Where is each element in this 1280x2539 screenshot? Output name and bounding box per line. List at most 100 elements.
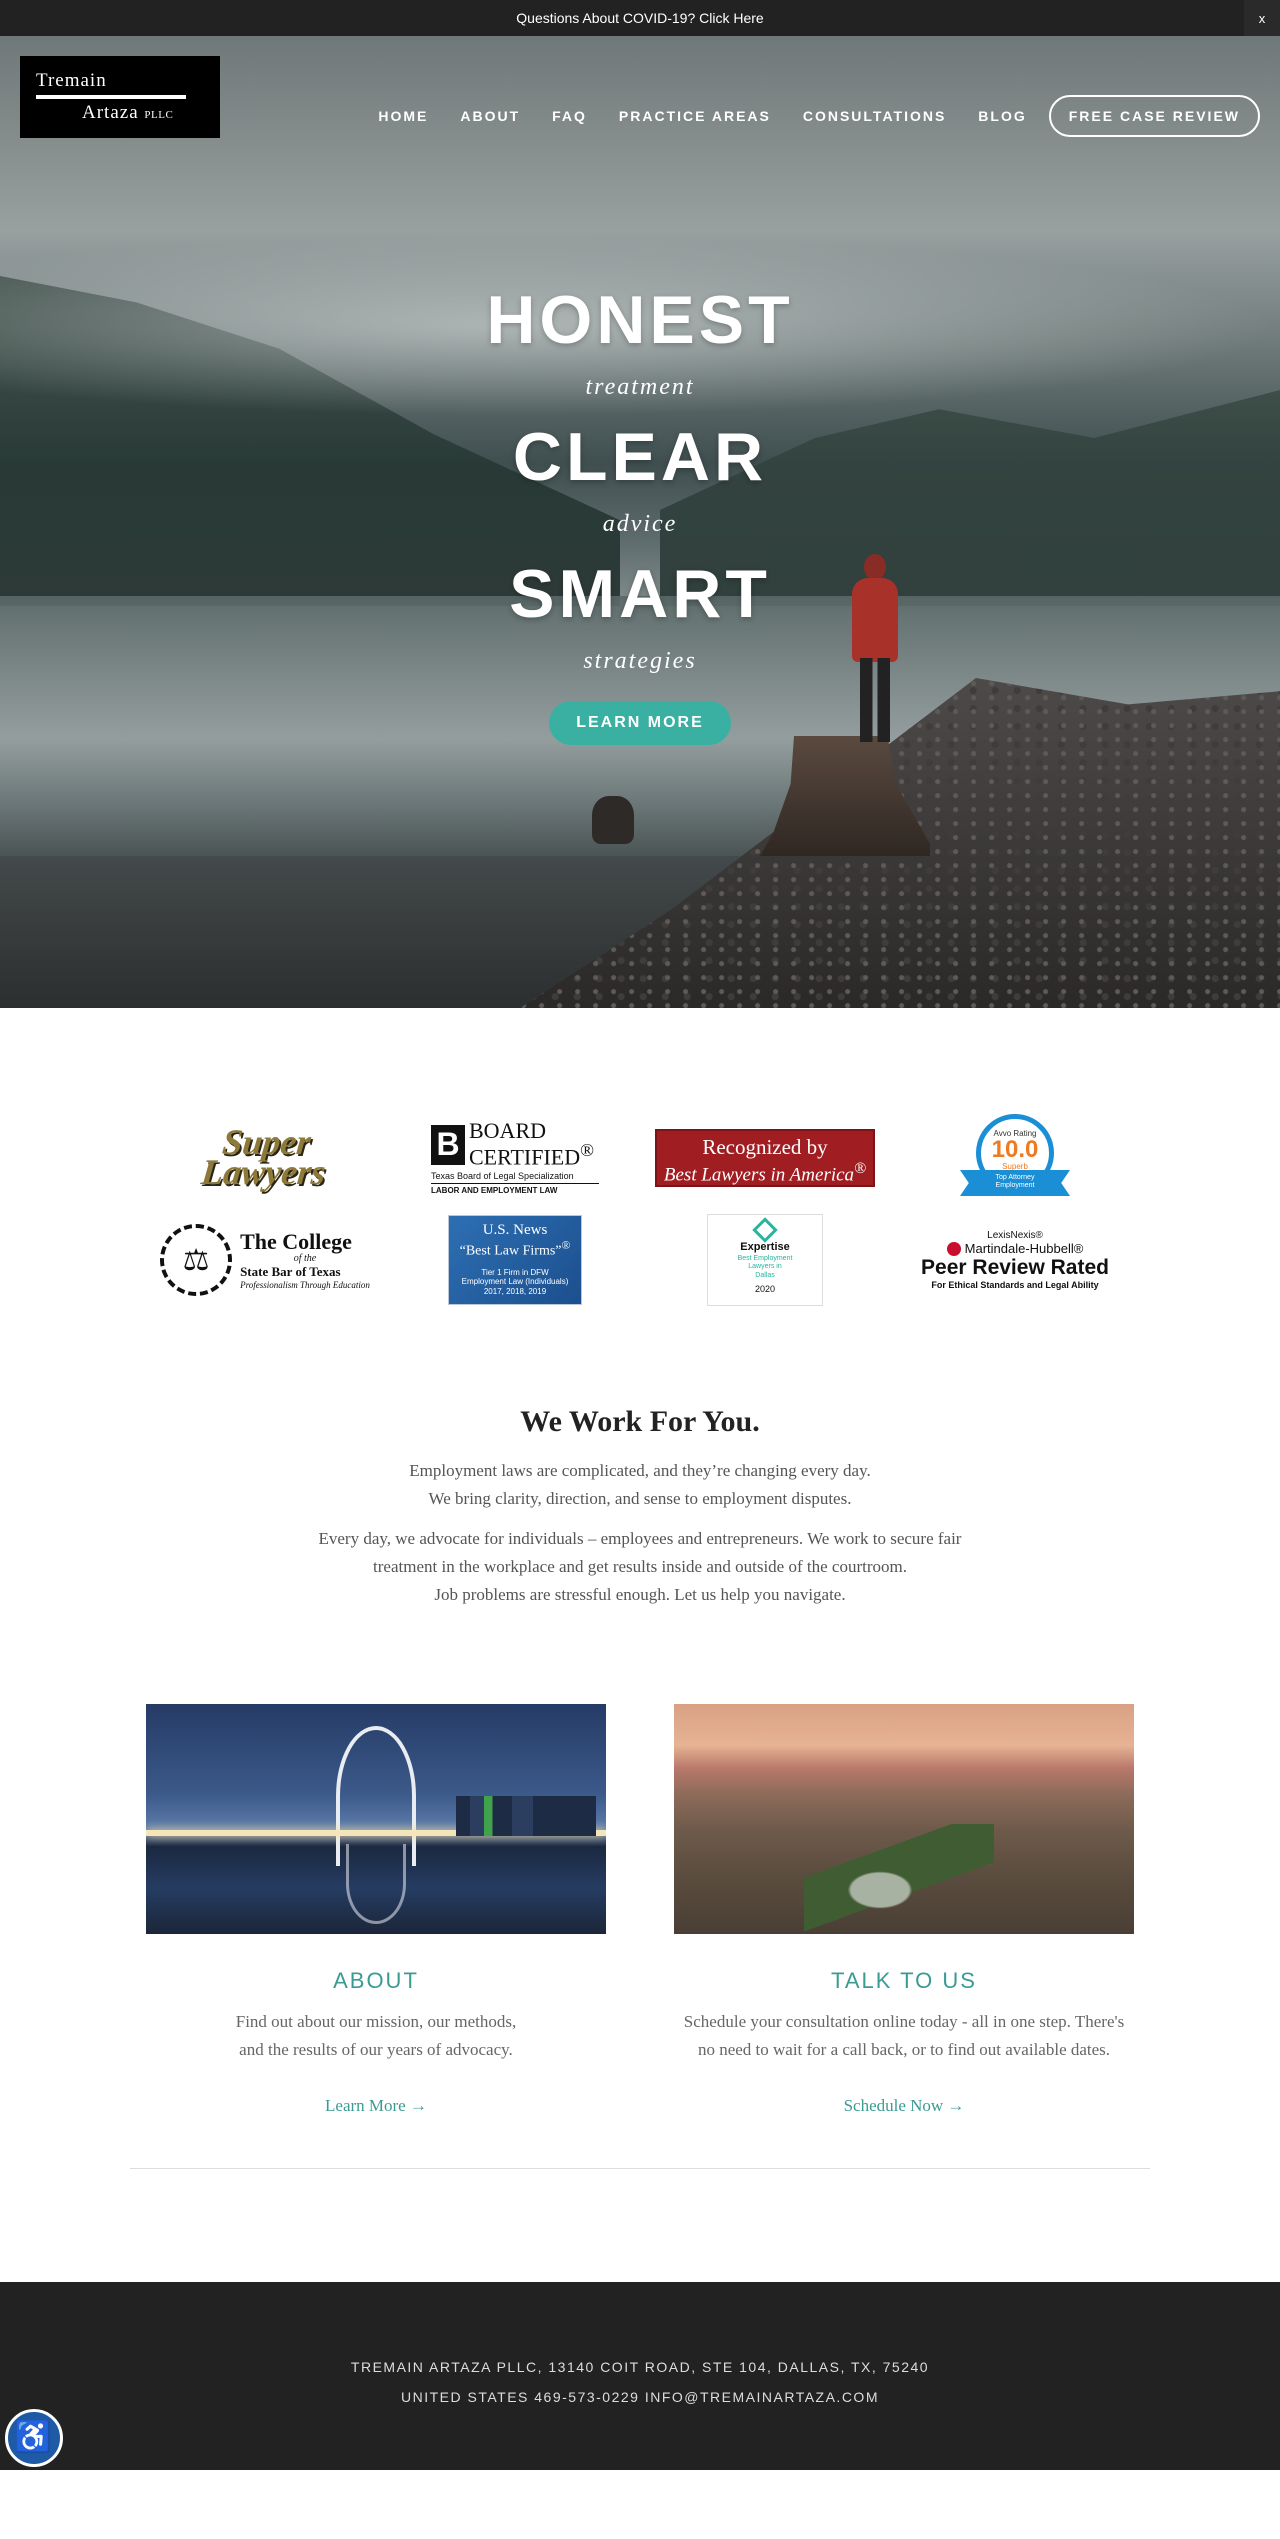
intro-p2-line-3: Job problems are stressful enough. Let u…	[434, 1585, 846, 1604]
super-lawyers-logo: Super Lawyers	[199, 1122, 330, 1192]
intro-p2-line-2: treatment in the workplace and get resul…	[373, 1557, 907, 1576]
board-certified-b-icon: B	[431, 1124, 465, 1165]
expertise-line-1: Best Employment	[737, 1255, 793, 1262]
college-title: The College	[240, 1228, 352, 1254]
section-divider	[130, 2168, 1150, 2169]
avvo-score: 10.0	[991, 1136, 1039, 1163]
martindale-name: Martindale-Hubbell®	[964, 1241, 1084, 1256]
super-lawyers-badge: Super Lawyers	[150, 1112, 380, 1204]
learn-more-button[interactable]: LEARN MORE	[549, 701, 731, 745]
hero-sub-treatment: treatment	[585, 374, 695, 400]
about-card-title[interactable]: ABOUT	[146, 1968, 606, 1994]
logo-line-2: Artaza PLLC	[36, 102, 220, 124]
dallas-bridge-image[interactable]	[146, 1704, 606, 1934]
logo-line-2-text: Artaza	[82, 102, 139, 123]
awards-row-2: ⚖ The College of the State Bar of Texas …	[150, 1210, 1130, 1310]
best-lawyers-badge: Recognized by Best Lawyers in America®	[650, 1112, 880, 1204]
nav-practice-areas[interactable]: PRACTICE AREAS	[603, 108, 787, 124]
us-news-years: 2017, 2018, 2019	[483, 1286, 547, 1296]
talk-to-us-card-title[interactable]: TALK TO US	[674, 1968, 1134, 1994]
board-certified-word-1: BOARD	[469, 1118, 547, 1144]
main-nav: HOME ABOUT FAQ PRACTICE AREAS CONSULTATI…	[362, 95, 1260, 137]
expertise-diamond-icon	[752, 1217, 778, 1243]
site-logo[interactable]: Tremain Artaza PLLC	[20, 56, 220, 138]
free-case-review-button[interactable]: FREE CASE REVIEW	[1048, 95, 1260, 137]
expertise-line-3: Dallas	[755, 1271, 775, 1279]
awards-section: Super Lawyers B BOARD CERTIFIED® Texas Bo…	[0, 1008, 1280, 1310]
best-lawyers-line-2: Best Lawyers in America	[663, 1164, 855, 1186]
us-news-badge: U.S. News “Best Law Firms”® Tier 1 Firm …	[400, 1214, 630, 1306]
hero-sub-advice: advice	[602, 511, 678, 537]
best-lawyers-line-1: Recognized by	[702, 1135, 828, 1159]
talk-to-us-card-line-1: Schedule your consultation online today …	[683, 2012, 1125, 2031]
hero-word-honest: HONEST	[486, 282, 794, 358]
college-state-bar: State Bar of Texas	[240, 1263, 341, 1279]
about-card: ABOUT Find out about our mission, our me…	[146, 1704, 606, 2116]
us-news-detail-1: Tier 1 Firm in DFW	[481, 1267, 549, 1277]
avvo-ribbon: Top Attorney Employment	[960, 1170, 1070, 1196]
expertise-line-2: Lawyers in	[748, 1263, 782, 1271]
intro-p2-line-1: Every day, we advocate for individuals –…	[318, 1529, 962, 1548]
logo-line-1: Tremain	[36, 70, 107, 91]
us-news-detail-2: Employment Law (Individuals)	[461, 1277, 569, 1287]
hero-word-smart: SMART	[509, 556, 771, 632]
college-tagline: Professionalism Through Education	[240, 1279, 370, 1290]
about-card-text: Find out about our mission, our methods,…	[146, 2008, 606, 2064]
avvo-ribbon-line-1: Top Attorney	[995, 1174, 1035, 1181]
us-news-line-1: U.S. News	[482, 1222, 548, 1238]
about-card-line-2: and the results of our years of advocacy…	[239, 2040, 513, 2059]
martindale-dot-icon	[946, 1241, 961, 1256]
announcement-text[interactable]: Questions About COVID-19? Click Here	[516, 10, 763, 26]
super-lawyers-line-2: Lawyers	[199, 1152, 328, 1192]
expertise-name: Expertise	[740, 1241, 790, 1253]
nav-about[interactable]: ABOUT	[444, 108, 536, 124]
logo-suffix: PLLC	[144, 109, 174, 121]
site-header: Tremain Artaza PLLC HOME ABOUT FAQ PRACT…	[0, 36, 1280, 138]
board-certified-mark: ®	[580, 1140, 595, 1161]
hero-word-clear: CLEAR	[512, 419, 768, 495]
intro-p1-line-2: We bring clarity, direction, and sense t…	[428, 1489, 852, 1508]
intro-paragraph-1: Employment laws are complicated, and the…	[0, 1457, 1280, 1513]
peer-review-rated: Peer Review Rated	[921, 1256, 1109, 1279]
nav-consultations[interactable]: CONSULTATIONS	[787, 108, 962, 124]
us-news-mark: ®	[561, 1239, 571, 1252]
accessibility-icon[interactable]: ♿	[5, 2409, 63, 2467]
avvo-ribbon-line-2: Employment	[995, 1182, 1035, 1190]
nav-blog[interactable]: BLOG	[962, 108, 1042, 124]
college-of-the: of the	[293, 1252, 317, 1264]
board-certified-area: LABOR AND EMPLOYMENT LAW	[431, 1185, 558, 1195]
logo-rule	[36, 95, 186, 99]
schedule-now-link[interactable]: Schedule Now →	[674, 2096, 1134, 2116]
intro-heading: We Work For You.	[520, 1405, 760, 1438]
best-lawyers-mark: ®	[854, 1160, 867, 1177]
board-certified-org: Texas Board of Legal Specialization	[431, 1169, 599, 1184]
avvo-badge: Avvo Rating 10.0 Superb Top Attorney Empl…	[900, 1112, 1130, 1204]
footer-contact[interactable]: UNITED STATES 469-573-0229 INFO@TREMAINA…	[0, 2382, 1280, 2412]
hero-section: Tremain Artaza PLLC HOME ABOUT FAQ PRACT…	[0, 36, 1280, 1008]
hero-sub-strategies: strategies	[583, 648, 697, 674]
lexisnexis-label: LexisNexis®	[987, 1230, 1043, 1241]
intro-p1-line-1: Employment laws are complicated, and the…	[409, 1461, 871, 1480]
intro-section: We Work For You. Employment laws are com…	[0, 1310, 1280, 1609]
talk-to-us-card-text: Schedule your consultation online today …	[674, 2008, 1134, 2064]
board-certified-badge: B BOARD CERTIFIED® Texas Board of Legal S…	[400, 1112, 630, 1204]
announcement-bar[interactable]: Questions About COVID-19? Click Here x	[0, 0, 1280, 36]
awards-row-1: Super Lawyers B BOARD CERTIFIED® Texas Bo…	[150, 1108, 1130, 1208]
talk-to-us-card: TALK TO US Schedule your consultation on…	[674, 1704, 1134, 2116]
us-news-line-2: “Best Law Firms”	[459, 1243, 562, 1259]
nav-home[interactable]: HOME	[362, 108, 444, 124]
nav-faq[interactable]: FAQ	[536, 108, 603, 124]
expertise-year: 2020	[754, 1284, 776, 1295]
expertise-badge: Expertise Best Employment Lawyers in Dalla…	[650, 1214, 880, 1306]
learn-more-link[interactable]: Learn More →	[146, 2096, 606, 2116]
close-announcement-button[interactable]: x	[1244, 0, 1280, 36]
martindale-hubbell-badge: LexisNexis® Martindale-Hubbell® Peer Rev…	[900, 1214, 1130, 1306]
avvo-grade: Superb	[1002, 1162, 1028, 1171]
intro-paragraph-2: Every day, we advocate for individuals –…	[0, 1525, 1280, 1609]
hero-content: HONEST treatment CLEAR advice SMART stra…	[0, 286, 1280, 745]
board-certified-word-2: CERTIFIED	[469, 1144, 581, 1170]
hero-rock	[592, 796, 634, 844]
canyon-image[interactable]	[674, 1704, 1134, 1934]
talk-to-us-card-line-2: no need to wait for a call back, or to f…	[697, 2040, 1111, 2059]
about-card-line-1: Find out about our mission, our methods,	[235, 2012, 517, 2031]
